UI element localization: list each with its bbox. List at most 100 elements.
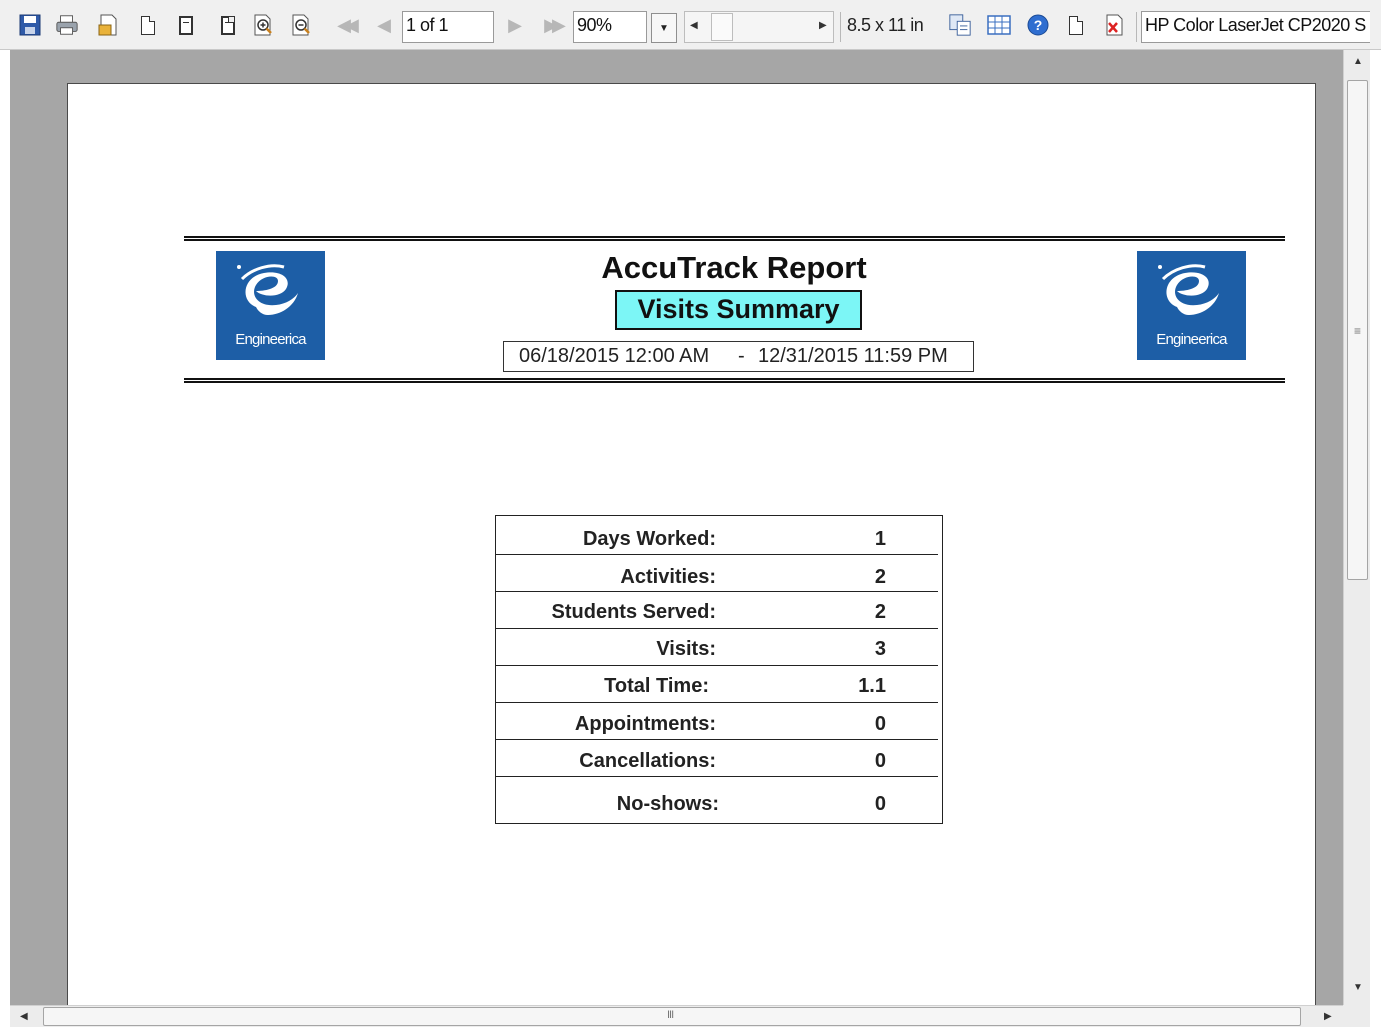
- summary-label: Days Worked:: [582, 528, 716, 550]
- scroll-grip-icon: III: [667, 1009, 674, 1021]
- single-page-icon: [141, 15, 155, 35]
- summary-row-cancellations: Cancellations: 0: [496, 740, 938, 777]
- zoom-input[interactable]: 90%: [573, 11, 647, 43]
- toolbar-scroller[interactable]: ◀ ▶: [684, 11, 834, 43]
- summary-label: Total Time:: [604, 675, 709, 697]
- summary-value: 2: [874, 601, 886, 623]
- summary-label: Students Served:: [551, 601, 716, 623]
- table-grid-icon: [987, 15, 1011, 35]
- page-width-button[interactable]: [174, 12, 198, 38]
- save-button[interactable]: [18, 12, 42, 38]
- last-page-button[interactable]: ▶▶: [537, 12, 567, 38]
- scroll-right-icon: ▶: [819, 20, 827, 31]
- scroll-grip-icon: ≡: [1354, 324, 1362, 338]
- printer-icon: [56, 15, 78, 35]
- print-button[interactable]: [55, 12, 79, 38]
- close-report-button[interactable]: [1103, 12, 1127, 38]
- summary-value: 0: [874, 793, 886, 815]
- horizontal-scroll-thumb[interactable]: III: [43, 1007, 1301, 1026]
- zoom-out-button[interactable]: [290, 12, 314, 38]
- help-icon: ?: [1027, 14, 1049, 36]
- engineerica-logo-left: Engineerica: [216, 251, 325, 360]
- page-width-icon: [179, 15, 193, 35]
- summary-label: Cancellations:: [579, 750, 716, 772]
- report-page: Engineerica Engineerica AccuTrack Report…: [67, 83, 1316, 1005]
- save-icon: [19, 14, 41, 36]
- summary-label: Activities:: [620, 566, 716, 588]
- whole-page-button[interactable]: [216, 12, 240, 38]
- date-range: 06/18/2015 12:00 AM - 12/31/2015 11:59 P…: [503, 341, 974, 372]
- window-edge: [1370, 50, 1381, 1027]
- last-page-icon: ▶▶: [544, 14, 566, 35]
- scroll-up-icon[interactable]: ▲: [1353, 56, 1363, 67]
- zoom-in-icon: [254, 14, 272, 36]
- header-bottom-rule: [184, 378, 1285, 383]
- table-view-button[interactable]: [987, 12, 1011, 38]
- whole-page-icon: [221, 15, 235, 35]
- report-viewer: Engineerica Engineerica AccuTrack Report…: [10, 50, 1343, 1005]
- page-setup-icon: [98, 14, 117, 36]
- summary-value: 2: [874, 566, 886, 588]
- date-to: 12/31/2015 11:59 PM: [758, 345, 948, 367]
- help-button[interactable]: ?: [1026, 12, 1050, 38]
- scroll-right-icon[interactable]: ▶: [1324, 1011, 1332, 1022]
- summary-row-appointments: Appointments: 0: [496, 703, 938, 740]
- chevron-down-icon: ▼: [659, 22, 669, 34]
- single-page-button[interactable]: [136, 12, 160, 38]
- new-page-button[interactable]: [1064, 12, 1088, 38]
- summary-label: Appointments:: [574, 713, 716, 735]
- previous-page-icon: ◀: [377, 14, 391, 35]
- next-page-icon: ▶: [508, 14, 522, 35]
- report-subtitle: Visits Summary: [615, 290, 862, 330]
- zoom-dropdown-button[interactable]: ▼: [651, 13, 677, 43]
- logo-swoosh-icon: [240, 264, 298, 315]
- page-number-input[interactable]: 1 of 1: [402, 11, 494, 43]
- summary-value: 1: [874, 528, 886, 550]
- scrollbar-corner: [1343, 1005, 1370, 1027]
- blank-page-icon: [1069, 15, 1083, 35]
- svg-text:?: ?: [1034, 17, 1043, 33]
- summary-label: No-shows:: [616, 793, 719, 815]
- printer-select[interactable]: HP Color LaserJet CP2020 S: [1141, 11, 1370, 43]
- previous-page-button[interactable]: ◀: [369, 12, 393, 38]
- first-page-icon: ◀◀: [337, 14, 359, 35]
- summary-table: Days Worked: 1 Activities: 2 Students Se…: [495, 515, 943, 824]
- summary-label: Visits:: [656, 638, 716, 660]
- date-from: 06/18/2015 12:00 AM: [519, 345, 710, 367]
- toolbar-separator: [840, 12, 841, 42]
- summary-value: 1.1: [858, 675, 886, 697]
- page-setup-button[interactable]: [97, 12, 121, 38]
- scroll-left-icon: ◀: [690, 20, 698, 31]
- scroll-left-icon[interactable]: ◀: [20, 1011, 28, 1022]
- header-top-rule: [184, 236, 1285, 241]
- summary-value: 0: [874, 713, 886, 735]
- zoom-in-button[interactable]: [252, 12, 276, 38]
- report-title: AccuTrack Report: [601, 250, 867, 285]
- vertical-scrollbar[interactable]: ▲ ≡ ▼: [1343, 50, 1370, 1005]
- toolbar-scroller-thumb[interactable]: [711, 13, 733, 41]
- zoom-out-icon: [292, 14, 310, 36]
- paper-size-label: 8.5 x 11 in: [847, 15, 924, 35]
- first-page-button[interactable]: ◀◀: [330, 12, 360, 38]
- export-button[interactable]: [948, 12, 972, 38]
- horizontal-scrollbar[interactable]: ◀ III ▶: [10, 1005, 1343, 1027]
- scroll-down-icon[interactable]: ▼: [1353, 982, 1363, 993]
- logo-text: Engineerica: [235, 331, 306, 348]
- logo-text: Engineerica: [1156, 331, 1227, 348]
- summary-row-activities: Activities: 2: [496, 555, 938, 592]
- summary-row-no-shows: No-shows: 0: [496, 777, 938, 822]
- summary-value: 3: [874, 638, 886, 660]
- close-document-icon: [1106, 14, 1123, 36]
- summary-row-students-served: Students Served: 2: [496, 592, 938, 629]
- date-separator: -: [738, 345, 745, 367]
- logo-swoosh-icon: [1161, 264, 1219, 315]
- summary-row-visits: Visits: 3: [496, 629, 938, 666]
- viewer-toolbar: ◀◀ ◀ 1 of 1 ▶ ▶▶ 90% ▼ ◀ ▶ 8.5 x 11 in ?…: [0, 0, 1381, 50]
- summary-row-total-time: Total Time: 1.1: [496, 666, 938, 703]
- engineerica-logo-right: Engineerica: [1137, 251, 1246, 360]
- vertical-scroll-thumb[interactable]: ≡: [1347, 80, 1368, 580]
- summary-row-days-worked: Days Worked: 1: [496, 516, 938, 555]
- next-page-button[interactable]: ▶: [500, 12, 524, 38]
- export-icon: [949, 14, 971, 36]
- toolbar-separator: [1136, 12, 1137, 42]
